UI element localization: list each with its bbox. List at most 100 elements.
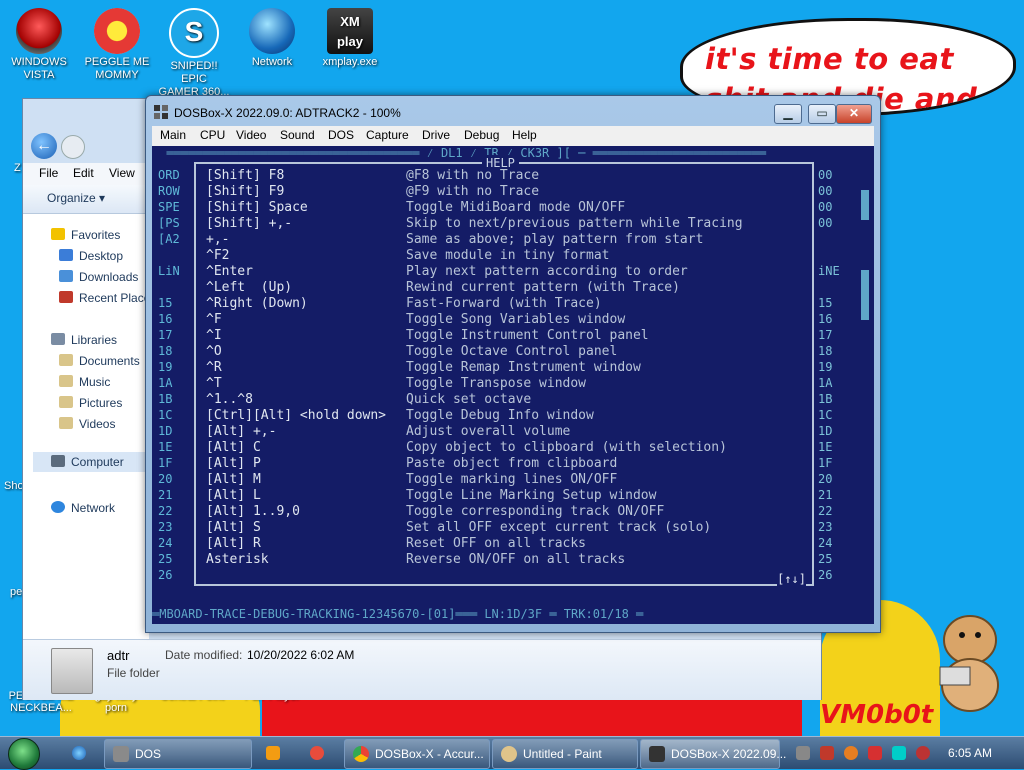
pictures-icon [59,396,73,408]
forward-arrow-icon[interactable] [61,135,85,159]
videos-icon [59,417,73,429]
dos-right-label: 00 [818,216,833,230]
help-window[interactable]: HELP [Shift] F8 @F8 with no Trace [Shift] … [194,155,814,586]
help-row-key: Asterisk [206,552,269,567]
menu-view[interactable]: View [109,166,135,180]
dos-right-label: 15 [818,296,833,310]
minimize-button[interactable]: ▁ [774,104,802,124]
sidebar-item-videos[interactable]: Videos [59,417,115,431]
details-name: adtr [107,648,130,663]
sidebar-item-label: Documents [79,354,140,368]
network-globe-icon [249,8,295,54]
downloads-icon [59,270,73,282]
close-button[interactable]: ✕ [836,104,872,124]
maximize-button[interactable]: ▭ [808,104,836,124]
menu-cpu[interactable]: CPU [200,128,225,142]
help-scroll-indicator[interactable]: [↑↓] [777,572,806,586]
help-row-key: +,- [206,232,230,247]
dos-left-label: 15 [158,296,173,310]
menu-edit[interactable]: Edit [73,166,94,180]
tray-icon-3[interactable] [844,746,858,760]
help-row-key: ^T [206,376,222,391]
sidebar-item-label: Favorites [71,228,121,242]
desktop-icon-network[interactable]: Network [236,8,308,69]
tray-icon-1[interactable] [796,746,810,760]
skype-icon: S [169,8,219,58]
sidebar-item-favorites[interactable]: Favorites [51,228,120,242]
help-row-description: Toggle marking lines ON/OFF [406,472,618,487]
tray-icon-2[interactable] [820,746,834,760]
menu-drive[interactable]: Drive [422,128,450,142]
folder-icon [113,746,129,762]
desktop-icon-peggle[interactable]: PEGGLE ME MOMMY [81,8,153,82]
desktop-icon-sniped[interactable]: S SNIPED!! EPIC GAMER 360... [158,8,230,99]
menu-video[interactable]: Video [236,128,266,142]
app-icon[interactable] [310,746,324,760]
scroll-thumb[interactable] [861,270,869,320]
organize-button[interactable]: Organize ▾ [47,191,105,205]
sidebar-item-libraries[interactable]: Libraries [51,333,117,347]
taskbar-button-dos[interactable]: DOS [104,739,252,769]
taskbar-button-dosbox-accurate[interactable]: DOSBox-X - Accur... [344,739,490,769]
menu-dos[interactable]: DOS [328,128,354,142]
dos-right-label: 26 [818,568,833,582]
dos-left-label: 20 [158,472,173,486]
dos-vertical-scrollbar[interactable] [857,160,874,624]
help-row-description: Same as above; play pattern from start [406,232,704,247]
sidebar-item-downloads[interactable]: Downloads [59,270,138,284]
sidebar-item-label: Desktop [79,249,124,263]
dos-left-label: 1B [158,392,173,406]
dos-left-label: 16 [158,312,173,326]
help-row-key: ^1..^8 [206,392,253,407]
menu-help[interactable]: Help [512,128,537,142]
menu-file[interactable]: File [39,166,58,180]
dos-screen[interactable]: ═══════════════════════════════════ ⁄ DL… [152,146,874,624]
help-row-key: ^F2 [206,248,230,263]
taskbar-button-label: DOSBox-X 2022.09... [671,747,787,761]
help-row-description: Save module in tiny format [406,248,610,263]
back-arrow-icon[interactable]: ← [31,133,57,159]
tray-icon-5[interactable] [892,746,906,760]
sidebar-item-recent-places[interactable]: Recent Places [59,291,156,305]
start-button[interactable] [8,738,40,770]
help-row-key: ^I [206,328,222,343]
help-row-description: Toggle Song Variables window [406,312,626,327]
recent-places-icon [59,291,73,303]
clock[interactable]: 6:05 AM [948,746,992,760]
windows-vista-icon [16,8,62,54]
dos-right-label: 17 [818,328,833,342]
desktop-icon-windows-vista[interactable]: WINDOWS VISTA [3,8,75,82]
dosbox-titlebar[interactable]: DOSBox-X 2022.09.0: ADTRACK2 - 100% ▁ ▭ … [146,96,880,126]
scroll-thumb-upper[interactable] [861,190,869,220]
dos-left-label: [PS [158,216,180,230]
desktop-icon-label: WINDOWS VISTA [11,56,67,81]
dos-left-label: 18 [158,344,173,358]
ie-icon[interactable] [72,746,86,760]
sidebar-item-documents[interactable]: Documents [59,354,140,368]
dos-left-label: 1F [158,456,173,470]
taskbar-button-dosbox-x[interactable]: DOSBox-X 2022.09... [640,739,786,769]
menu-debug[interactable]: Debug [464,128,499,142]
tray-icon-4[interactable] [868,746,882,760]
menu-main[interactable]: Main [160,128,186,142]
menu-capture[interactable]: Capture [366,128,409,142]
sidebar-item-network[interactable]: Network [51,501,115,515]
taskbar-button-paint[interactable]: Untitled - Paint [492,739,638,769]
libraries-icon [51,333,65,345]
help-row-key: [Alt] 1..9,0 [206,504,300,519]
media-player-icon[interactable] [266,746,280,760]
desktop-fragment-pe: pe [10,586,23,598]
dos-status-line: ═MBOARD-TRACE-DEBUG-TRACKING-12345670-[0… [152,604,857,624]
dos-right-label: 00 [818,200,833,214]
sidebar-item-desktop[interactable]: Desktop [59,249,123,263]
menu-sound[interactable]: Sound [280,128,315,142]
sidebar-item-computer[interactable]: Computer [33,452,145,472]
music-icon [59,375,73,387]
sidebar-item-music[interactable]: Music [59,375,110,389]
dos-right-label: 1C [818,408,833,422]
volume-icon[interactable] [916,746,930,760]
taskbar-button-label: DOS [135,747,162,761]
desktop-icon-xmplay[interactable]: XM play xmplay.exe [314,8,386,69]
sidebar-item-pictures[interactable]: Pictures [59,396,122,410]
dosbox-window[interactable]: DOSBox-X 2022.09.0: ADTRACK2 - 100% ▁ ▭ … [145,95,881,633]
